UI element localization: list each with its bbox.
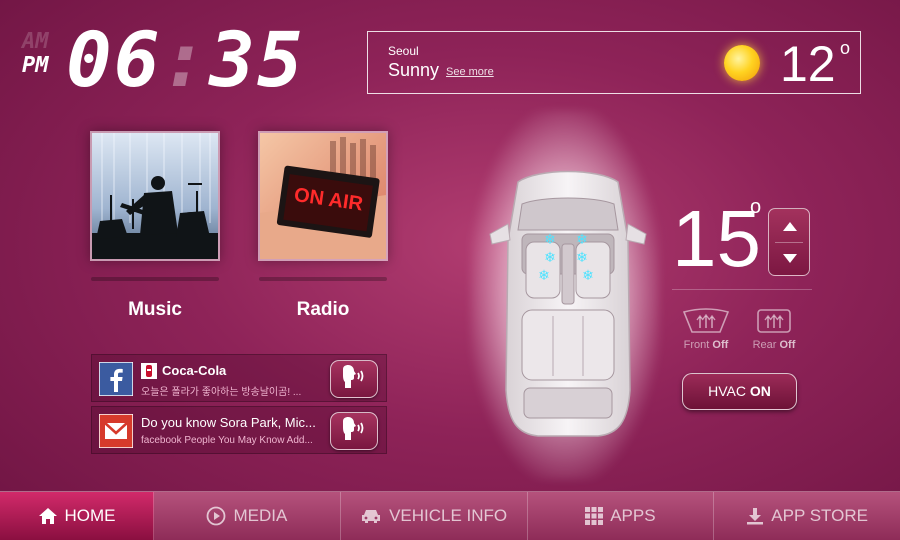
- pm-label: PM: [22, 53, 49, 78]
- concert-photo: [92, 133, 218, 259]
- am-label: AM: [22, 29, 49, 54]
- bottom-navigation: HOME MEDIA VEHICLE INFO APPS APP STORE: [0, 491, 900, 540]
- snowflake-icon: ❄: [544, 250, 556, 266]
- facebook-icon: [99, 362, 133, 396]
- home-icon: [38, 508, 57, 524]
- rear-defrost-button[interactable]: Rear Off: [748, 306, 800, 351]
- speak-button[interactable]: [330, 412, 378, 450]
- hvac-label: HVAC: [708, 383, 746, 399]
- gmail-icon: [99, 414, 133, 448]
- notification-item[interactable]: Do you know Sora Park, Mic... facebook P…: [91, 406, 387, 454]
- car-icon: [362, 510, 381, 523]
- notification-title: Coca-Cola: [162, 363, 227, 378]
- temperature-stepper[interactable]: [768, 208, 810, 276]
- temperature-up-button[interactable]: [769, 209, 809, 242]
- weather-temperature: 12: [780, 36, 836, 92]
- nav-vehicle-info-label: VEHICLE INFO: [389, 506, 508, 525]
- arrow-down-icon: [783, 254, 797, 263]
- grid-icon: [585, 507, 604, 525]
- nav-media[interactable]: MEDIA: [154, 492, 341, 540]
- download-icon: [747, 508, 764, 525]
- see-more-link[interactable]: See more: [446, 66, 494, 78]
- front-defrost-icon: [682, 308, 730, 333]
- radio-label: Radio: [296, 299, 350, 320]
- music-progress-bar: [91, 277, 219, 281]
- cabin-temperature: 15: [672, 194, 761, 283]
- weather-condition: Sunny: [388, 60, 440, 80]
- radio-tile[interactable]: ON AIR: [258, 131, 388, 261]
- cabin-degree-symbol: o: [750, 196, 762, 218]
- snowflake-icon: ❄: [538, 268, 550, 284]
- digital-clock: 06 : 35: [66, 20, 305, 100]
- nav-app-store[interactable]: APP STORE: [714, 492, 900, 540]
- speak-button[interactable]: [330, 360, 378, 398]
- clock-colon: :: [161, 15, 210, 104]
- weather-city: Seoul: [388, 44, 419, 58]
- am-pm-indicator: AM PM: [22, 30, 62, 78]
- nav-vehicle-info[interactable]: VEHICLE INFO: [341, 492, 528, 540]
- on-air-photo: ON AIR: [260, 133, 386, 259]
- notification-title: Do you know Sora Park, Mic...: [141, 415, 316, 430]
- weather-degree-symbol: o: [840, 38, 851, 58]
- snowflake-icon: ❄: [582, 268, 594, 284]
- music-tile[interactable]: [90, 131, 220, 261]
- front-defrost-label: Front: [683, 339, 710, 351]
- notification-item[interactable]: Coca-Cola 오늘은 폴라가 좋아하는 방송날이곰! ...: [91, 354, 387, 402]
- nav-apps-label: APPS: [610, 506, 656, 525]
- rear-defrost-icon: [757, 309, 791, 333]
- snowflake-icon: ❄: [576, 232, 588, 248]
- temperature-down-button[interactable]: [769, 242, 809, 275]
- notification-subtitle: facebook People You May Know Add...: [141, 435, 313, 446]
- weather-widget[interactable]: Seoul Sunny See more 12 o: [367, 31, 861, 94]
- sun-icon: [724, 45, 760, 81]
- nav-media-label: MEDIA: [233, 506, 288, 525]
- radio-progress-bar: [259, 277, 387, 281]
- nav-apps[interactable]: APPS: [528, 492, 715, 540]
- play-circle-icon: [207, 506, 226, 526]
- car-top-view: ❄ ❄ ❄ ❄ ❄ ❄: [489, 170, 647, 437]
- hvac-state: ON: [749, 383, 771, 399]
- rear-defrost-label: Rear: [752, 339, 777, 351]
- speak-icon: [343, 417, 364, 440]
- arrow-up-icon: [783, 222, 797, 231]
- notification-subtitle: 오늘은 폴라가 좋아하는 방송날이곰! ...: [141, 387, 302, 398]
- rear-defrost-state: Off: [779, 339, 796, 351]
- clock-minutes: 35: [209, 15, 305, 104]
- snowflake-icon: ❄: [544, 232, 556, 248]
- speak-icon: [343, 365, 364, 388]
- climate-divider: [672, 289, 812, 290]
- hvac-toggle-button[interactable]: HVAC ON: [682, 373, 797, 410]
- music-label: Music: [128, 299, 182, 320]
- snowflake-icon: ❄: [576, 250, 588, 266]
- nav-app-store-label: APP STORE: [771, 506, 868, 525]
- nav-home-label: HOME: [64, 506, 116, 525]
- clock-hours: 06: [66, 15, 162, 104]
- front-defrost-state: Off: [712, 339, 729, 351]
- front-defrost-button[interactable]: Front Off: [680, 306, 732, 351]
- coca-cola-avatar: [141, 363, 157, 379]
- nav-home[interactable]: HOME: [0, 492, 154, 540]
